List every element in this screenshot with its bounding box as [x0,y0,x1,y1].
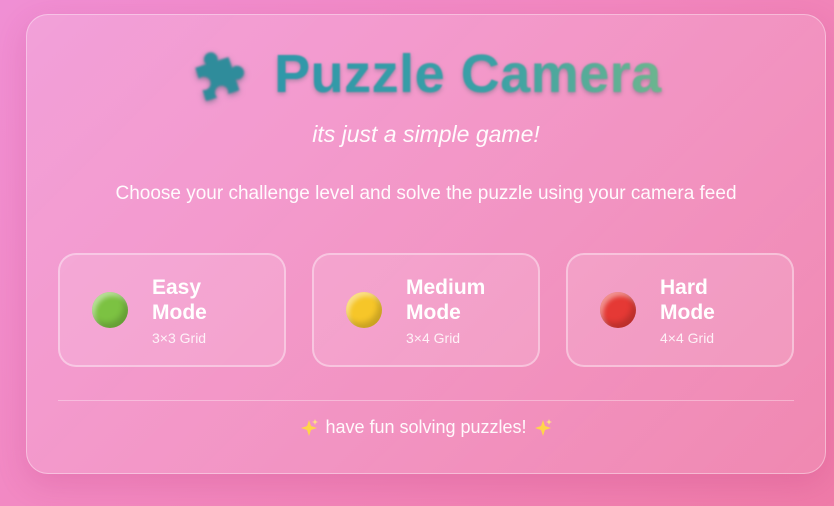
medium-mode-button[interactable]: Medium Mode 3×4 Grid [312,253,540,367]
title-row: Puzzle Camera [27,43,825,105]
mode-name: Easy Mode [152,275,207,324]
description: Choose your challenge level and solve th… [115,183,737,204]
yellow-circle-icon [346,292,382,328]
mode-name: Medium Mode [406,275,486,324]
red-circle-icon [600,292,636,328]
sparkles-icon [534,418,552,436]
easy-mode-button[interactable]: Easy Mode 3×3 Grid [58,253,286,367]
divider [58,400,794,401]
mode-grid-size: 3×3 Grid [152,329,207,346]
mode-grid-size: 4×4 Grid [660,329,715,346]
puzzle-piece-icon [195,52,245,102]
subtitle: its just a simple game! [312,121,540,147]
mode-text: Medium Mode 3×4 Grid [406,275,502,346]
hard-mode-button[interactable]: Hard Mode 4×4 Grid [566,253,794,367]
sparkles-icon [301,418,319,436]
footer: have fun solving puzzles! [27,417,825,438]
mode-grid-size: 3×4 Grid [406,329,461,346]
mode-text: Hard Mode 4×4 Grid [660,275,756,346]
main-card: Puzzle Camera its just a simple game! Ch… [26,14,826,474]
footer-text: have fun solving puzzles! [325,417,527,437]
mode-list: Easy Mode 3×3 Grid Medium Mode 3×4 Grid … [58,253,794,367]
mode-name: Hard Mode [660,275,715,324]
green-circle-icon [92,292,128,328]
mode-text: Easy Mode 3×3 Grid [152,275,248,346]
page-title: Puzzle Camera [274,44,662,104]
